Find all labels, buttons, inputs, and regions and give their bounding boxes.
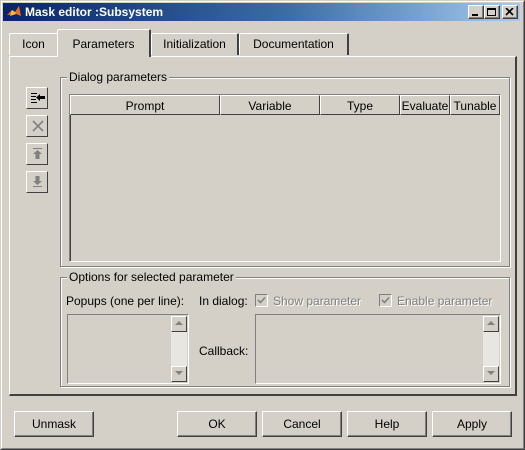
minimize-icon [472, 14, 478, 16]
add-parameter-button[interactable] [26, 87, 48, 109]
callback-textarea[interactable] [255, 314, 501, 384]
move-down-icon [33, 176, 42, 187]
tab-bar: Icon Parameters Initialization Documenta… [9, 29, 517, 57]
column-header-variable[interactable]: Variable [220, 95, 320, 115]
table-header: Prompt Variable Type Evaluate Tunable [70, 95, 500, 115]
close-icon [505, 8, 514, 16]
maximize-button[interactable] [484, 5, 500, 19]
popups-textarea[interactable] [67, 314, 189, 384]
tab-documentation[interactable]: Documentation [239, 33, 349, 55]
checkmark-icon [257, 296, 266, 304]
in-dialog-label: In dialog: [199, 294, 248, 308]
minimize-button[interactable] [468, 5, 484, 19]
scroll-up-button[interactable] [483, 316, 499, 332]
table-body [70, 95, 500, 261]
mask-editor-window: Mask editor :Subsystem Icon Parameters I… [0, 0, 525, 450]
unmask-button[interactable]: Unmask [14, 411, 94, 437]
column-header-tunable[interactable]: Tunable [450, 95, 500, 115]
popups-scrollbar[interactable] [171, 316, 187, 382]
arrow-up-icon [487, 321, 495, 325]
column-header-evaluate[interactable]: Evaluate [400, 95, 450, 115]
options-group: Options for selected parameter Popups (o… [60, 270, 510, 387]
enable-parameter-checkbox[interactable] [379, 294, 392, 307]
maximize-icon [487, 8, 496, 16]
column-header-prompt[interactable]: Prompt [70, 95, 220, 115]
tab-parameters[interactable]: Parameters [57, 29, 151, 57]
scroll-down-button[interactable] [171, 366, 187, 382]
parameters-table[interactable]: Prompt Variable Type Evaluate Tunable [69, 94, 501, 262]
tab-initialization[interactable]: Initialization [151, 33, 239, 55]
enable-parameter-label: Enable parameter [397, 294, 493, 308]
parameters-panel: Dialog parameters Prompt Variable Type E… [9, 56, 517, 396]
arrow-down-icon [487, 371, 495, 375]
popups-label: Popups (one per line): [66, 294, 185, 308]
checkmark-icon [381, 296, 390, 304]
help-button[interactable]: Help [347, 411, 427, 437]
close-button[interactable] [502, 5, 518, 19]
arrow-down-icon [175, 371, 183, 375]
scroll-up-button[interactable] [171, 316, 187, 332]
move-up-icon [33, 148, 42, 159]
matlab-logo-icon [7, 6, 21, 16]
dialog-parameters-group: Dialog parameters Prompt Variable Type E… [60, 70, 510, 267]
move-up-button[interactable] [26, 143, 48, 165]
options-label: Options for selected parameter [67, 270, 236, 284]
delete-parameter-button[interactable] [26, 115, 48, 137]
show-parameter-label: Show parameter [273, 294, 362, 308]
show-parameter-checkbox[interactable] [255, 294, 268, 307]
tab-icon[interactable]: Icon [9, 33, 59, 55]
callback-label: Callback: [199, 344, 249, 358]
window-title: Mask editor :Subsystem [25, 5, 164, 19]
move-down-button[interactable] [26, 171, 48, 193]
callback-scrollbar[interactable] [483, 316, 499, 382]
arrow-up-icon [175, 321, 183, 325]
add-parameter-icon [31, 93, 45, 103]
column-header-type[interactable]: Type [320, 95, 400, 115]
apply-button[interactable]: Apply [432, 411, 512, 437]
ok-button[interactable]: OK [177, 411, 257, 437]
delete-icon [32, 120, 44, 132]
scroll-down-button[interactable] [483, 366, 499, 382]
title-bar[interactable]: Mask editor :Subsystem [3, 3, 520, 21]
dialog-parameters-label: Dialog parameters [67, 70, 170, 84]
cancel-button[interactable]: Cancel [262, 411, 342, 437]
